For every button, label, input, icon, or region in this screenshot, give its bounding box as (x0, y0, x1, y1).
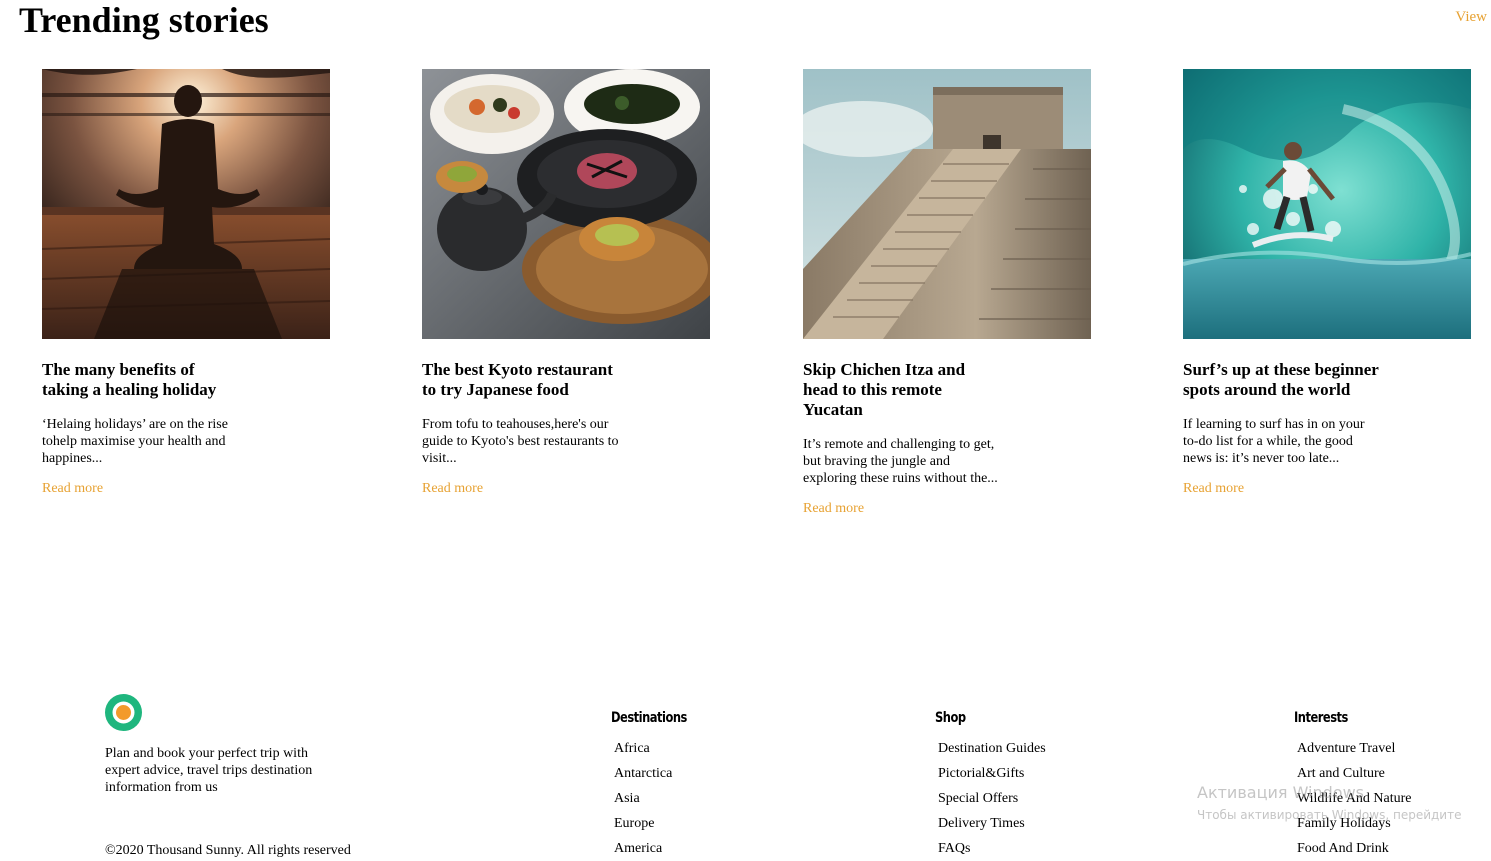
footer-heading: Shop (935, 710, 966, 726)
footer-link-adventure-travel[interactable]: Adventure Travel (1297, 741, 1395, 756)
footer-copyright: ©2020 Thousand Sunny. All rights reserve… (105, 843, 351, 858)
footer-link-family-holidays[interactable]: Family Holidays (1297, 816, 1391, 831)
section-title: Trending stories (19, 0, 269, 40)
story-title[interactable]: The best Kyoto restaurant to try Japanes… (422, 360, 622, 400)
story-image-kyoto-food[interactable] (422, 69, 710, 339)
read-more-link[interactable]: Read more (1183, 481, 1244, 497)
story-excerpt: ‘Helaing holidays’ are on the rise tohel… (42, 417, 228, 466)
story-excerpt: It’s remote and challenging to get, but … (803, 437, 998, 486)
brand-logo-icon[interactable] (105, 694, 142, 731)
footer-link-asia[interactable]: Asia (614, 791, 640, 806)
story-title[interactable]: Surf’s up at these beginner spots around… (1183, 360, 1383, 400)
story-excerpt: If learning to surf has in on your to-do… (1183, 417, 1365, 466)
story-card[interactable]: The best Kyoto restaurant to try Japanes… (422, 69, 712, 497)
footer-link-faqs[interactable]: FAQs (938, 841, 970, 856)
footer-link-wildlife-nature[interactable]: Wildlife And Nature (1297, 791, 1412, 806)
footer-link-america[interactable]: America (614, 841, 662, 856)
footer-link-pictorial-gifts[interactable]: Pictorial&Gifts (938, 766, 1024, 781)
story-card[interactable]: The many benefits of taking a healing ho… (42, 69, 332, 497)
read-more-link[interactable]: Read more (803, 501, 864, 517)
footer-link-africa[interactable]: Africa (614, 741, 650, 756)
footer-link-food-drink[interactable]: Food And Drink (1297, 841, 1389, 856)
footer-column-destinations: Destinations Africa Antarctica Asia Euro… (611, 710, 704, 861)
story-image-chichen-itza[interactable] (803, 69, 1091, 339)
story-card[interactable]: Surf’s up at these beginner spots around… (1183, 69, 1473, 497)
story-title[interactable]: The many benefits of taking a healing ho… (42, 360, 242, 400)
story-excerpt: From tofu to teahouses,here's our guide … (422, 417, 619, 466)
footer-link-destination-guides[interactable]: Destination Guides (938, 741, 1046, 756)
footer-link-art-culture[interactable]: Art and Culture (1297, 766, 1385, 781)
footer-link-europe[interactable]: Europe (614, 816, 654, 831)
story-card[interactable]: Skip Chichen Itza and head to this remot… (803, 69, 1093, 517)
footer-column-interests: Interests Adventure Travel Art and Cultu… (1294, 710, 1412, 861)
footer-heading: Destinations (611, 710, 687, 726)
story-image-yoga[interactable] (42, 69, 330, 339)
footer-link-delivery-times[interactable]: Delivery Times (938, 816, 1025, 831)
read-more-link[interactable]: Read more (42, 481, 103, 497)
read-more-link[interactable]: Read more (422, 481, 483, 497)
footer-link-antarctica[interactable]: Antarctica (614, 766, 672, 781)
story-image-surfer[interactable] (1183, 69, 1471, 339)
footer-tagline: Plan and book your perfect trip with exp… (105, 746, 313, 795)
view-all-link[interactable]: View (1455, 9, 1487, 26)
footer-link-special-offers[interactable]: Special Offers (938, 791, 1018, 806)
footer-heading: Interests (1294, 710, 1348, 726)
footer-column-shop: Shop Destination Guides Pictorial&Gifts … (935, 710, 1046, 861)
story-title[interactable]: Skip Chichen Itza and head to this remot… (803, 360, 1003, 420)
